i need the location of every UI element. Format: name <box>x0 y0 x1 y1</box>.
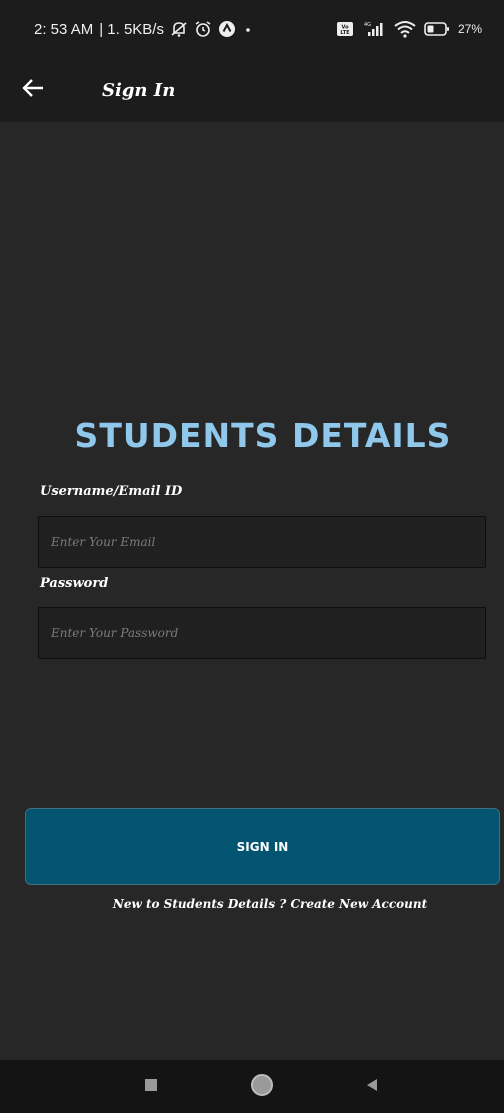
back-button[interactable] <box>22 66 70 114</box>
password-label: Password <box>40 576 109 591</box>
password-field[interactable] <box>38 607 486 659</box>
status-right: Vo LTE 4G 27% <box>336 20 482 38</box>
status-left: 2: 53 AM | 1. 5KB/s <box>34 20 254 38</box>
signup-prompt: New to Students Details ? Create New Acc… <box>0 897 504 911</box>
create-account-link[interactable]: Create New Account <box>290 897 427 911</box>
muted-bell-icon <box>170 20 188 38</box>
recents-square-icon <box>143 1077 159 1097</box>
battery-icon <box>424 20 450 38</box>
svg-text:4G: 4G <box>364 22 371 28</box>
volte-icon: Vo LTE <box>336 20 354 38</box>
username-label: Username/Email ID <box>40 484 183 499</box>
signup-prompt-text: New to Students Details ? <box>112 897 287 911</box>
svg-text:LTE: LTE <box>340 30 350 36</box>
sign-in-button[interactable]: SIGN IN <box>25 808 500 885</box>
app-bar: Sign In <box>0 58 504 122</box>
status-time: 2: 53 AM <box>34 20 94 38</box>
email-field[interactable] <box>38 516 486 568</box>
home-circle-icon <box>249 1072 275 1102</box>
wifi-icon <box>394 20 416 38</box>
home-button[interactable] <box>232 1060 292 1113</box>
status-network-speed: | 1. 5KB/s <box>99 20 164 38</box>
alarm-icon <box>194 20 212 38</box>
status-bar: 2: 53 AM | 1. 5KB/s Vo LTE 4G 27% <box>0 0 504 58</box>
dot-icon <box>242 20 254 38</box>
system-back-button[interactable] <box>342 1060 402 1113</box>
arrow-left-icon <box>22 78 44 102</box>
signal-4g-icon: 4G <box>362 20 386 38</box>
navigation-icon <box>218 20 236 38</box>
battery-percent: 27% <box>457 22 482 36</box>
app-brand-title: STUDENTS DETAILS <box>74 416 452 455</box>
recents-button[interactable] <box>121 1060 181 1113</box>
page-title: Sign In <box>102 79 176 101</box>
navigation-bar <box>0 1060 504 1113</box>
back-triangle-icon <box>364 1077 380 1097</box>
